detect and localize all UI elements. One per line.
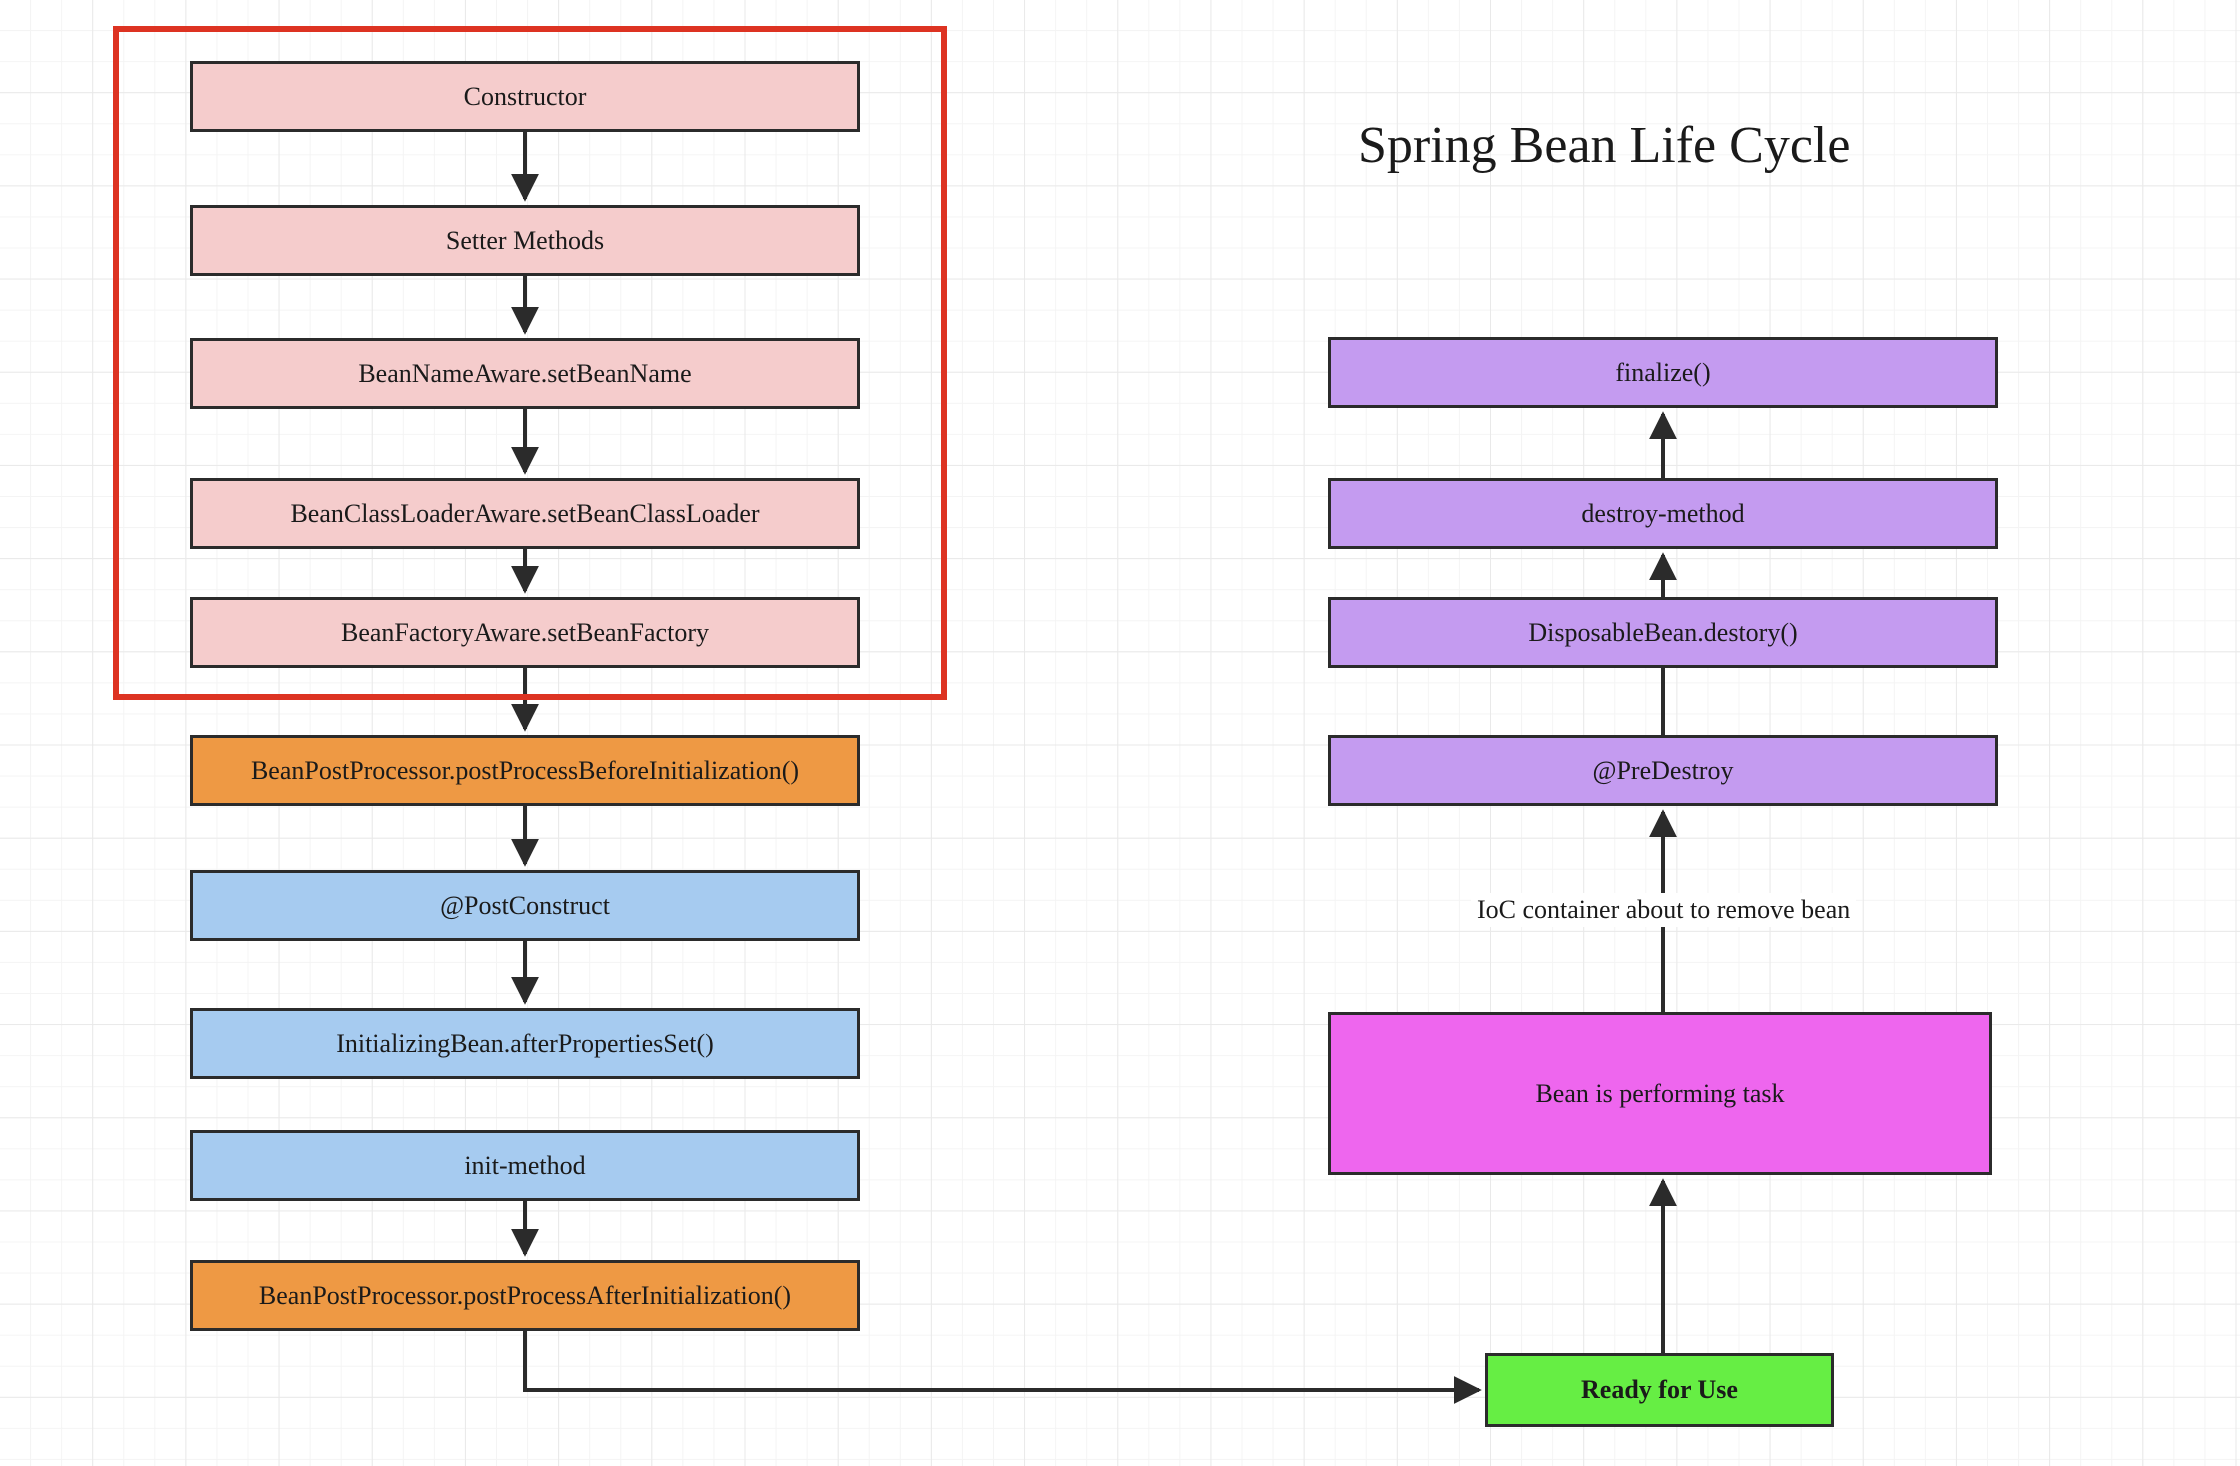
node-label: Setter Methods	[445, 225, 605, 255]
node-label: @PostConstruct	[440, 890, 610, 920]
node-label: Ready for Use	[1581, 1375, 1738, 1405]
node-constructor[interactable]: Constructor	[190, 61, 860, 132]
node-label: Bean is performing task	[1535, 1078, 1785, 1108]
node-pre-destroy[interactable]: @PreDestroy	[1328, 735, 1998, 806]
node-post-process-after-initialization[interactable]: BeanPostProcessor.postProcessAfterInitia…	[190, 1260, 860, 1331]
node-label: BeanFactoryAware.setBeanFactory	[341, 617, 709, 647]
node-init-method[interactable]: init-method	[190, 1130, 860, 1201]
node-bean-name-aware[interactable]: BeanNameAware.setBeanName	[190, 338, 860, 409]
node-bean-performing-task[interactable]: Bean is performing task	[1328, 1012, 1992, 1175]
node-label: @PreDestroy	[1592, 755, 1734, 785]
node-label: DisposableBean.destory()	[1528, 617, 1798, 647]
node-finalize[interactable]: finalize()	[1328, 337, 1998, 408]
node-label: destroy-method	[1581, 498, 1745, 528]
node-label: BeanPostProcessor.postProcessBeforeIniti…	[250, 755, 800, 785]
node-label: BeanNameAware.setBeanName	[358, 358, 692, 388]
node-setter-methods[interactable]: Setter Methods	[190, 205, 860, 276]
node-after-properties-set[interactable]: InitializingBean.afterPropertiesSet()	[190, 1008, 860, 1079]
node-ready-for-use[interactable]: Ready for Use	[1485, 1353, 1834, 1427]
node-post-construct[interactable]: @PostConstruct	[190, 870, 860, 941]
node-label: init-method	[464, 1150, 586, 1180]
node-bean-classloader-aware[interactable]: BeanClassLoaderAware.setBeanClassLoader	[190, 478, 860, 549]
node-label: finalize()	[1615, 357, 1711, 387]
node-post-process-before-initialization[interactable]: BeanPostProcessor.postProcessBeforeIniti…	[190, 735, 860, 806]
page-title: Spring Bean Life Cycle	[1358, 117, 1851, 174]
node-destroy-method[interactable]: destroy-method	[1328, 478, 1998, 549]
node-disposable-bean-destroy[interactable]: DisposableBean.destory()	[1328, 597, 1998, 668]
node-label: BeanPostProcessor.postProcessAfterInitia…	[258, 1280, 792, 1310]
edge-postprocessafter-to-readyforuse	[523, 1331, 1482, 1404]
node-label: BeanClassLoaderAware.setBeanClassLoader	[290, 498, 760, 528]
node-label: InitializingBean.afterPropertiesSet()	[336, 1028, 714, 1058]
edge-label-ioc-remove-bean: IoC container about to remove bean	[1471, 893, 1857, 927]
diagram-canvas: Spring Bean Life Cycle Constructor Sette…	[0, 0, 2240, 1466]
node-bean-factory-aware[interactable]: BeanFactoryAware.setBeanFactory	[190, 597, 860, 668]
node-label: Constructor	[463, 81, 587, 111]
